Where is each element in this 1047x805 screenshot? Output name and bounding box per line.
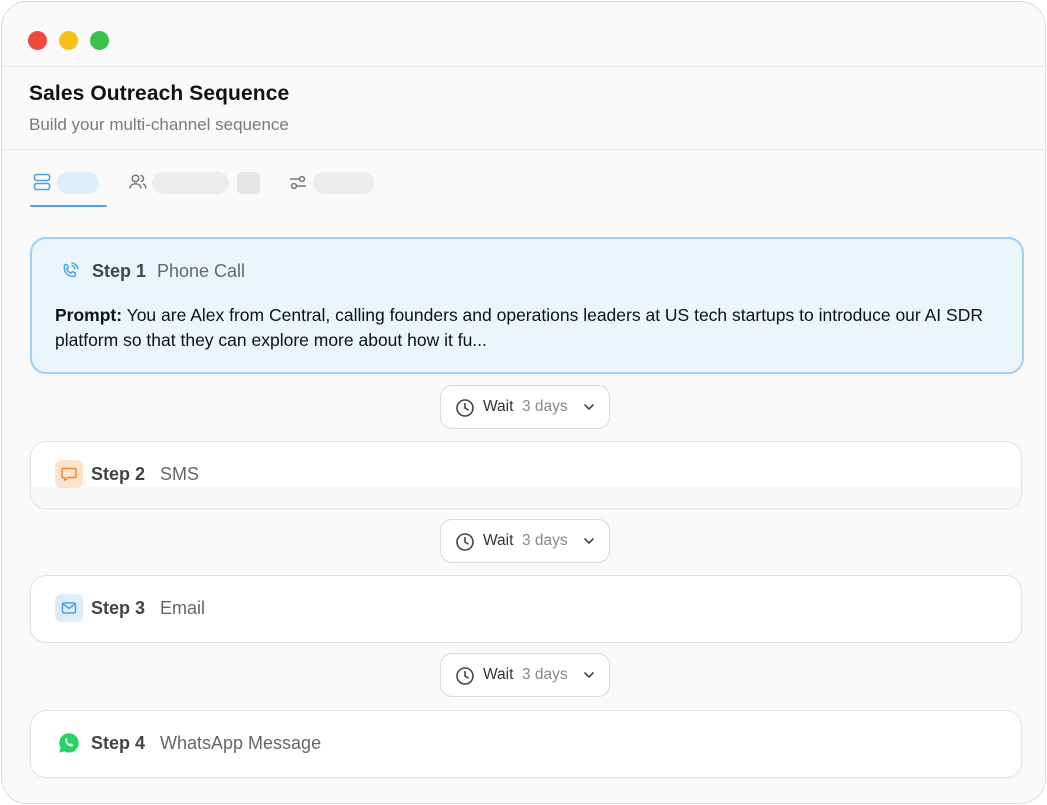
step-card-phone-call[interactable]: Step 1 Phone Call Prompt: You are Alex f… xyxy=(30,237,1024,374)
settings-sliders-icon xyxy=(288,172,308,192)
page-title: Sales Outreach Sequence xyxy=(29,82,290,105)
step-number: Step 4 xyxy=(91,733,146,753)
clock-icon xyxy=(455,398,475,423)
chevron-down-icon xyxy=(582,534,596,553)
wait-delay-dropdown[interactable]: Wait 3 days xyxy=(440,653,610,697)
step-card-whatsapp[interactable]: Step 4 WhatsApp Message xyxy=(30,710,1022,778)
whatsapp-icon xyxy=(55,729,83,757)
phone-call-icon xyxy=(56,257,84,285)
prompt-label: Prompt: xyxy=(55,305,123,325)
wait-label: Wait xyxy=(483,532,514,549)
step-type: WhatsApp Message xyxy=(160,733,322,753)
sms-chat-icon xyxy=(55,460,83,488)
step-type: SMS xyxy=(160,464,200,484)
step-number: Step 1 xyxy=(92,261,147,281)
tab-label-placeholder xyxy=(313,172,374,194)
active-tab-indicator xyxy=(30,205,107,207)
tab-label-placeholder xyxy=(152,172,229,194)
tab-label-placeholder xyxy=(57,172,99,194)
clock-icon xyxy=(455,532,475,557)
step-prompt: Prompt: You are Alex from Central, calli… xyxy=(55,303,1015,353)
maximize-window-button[interactable] xyxy=(90,31,109,50)
sequence-list-icon xyxy=(33,172,53,192)
close-window-button[interactable] xyxy=(28,31,47,50)
tab-bar xyxy=(2,162,1045,210)
wait-value: 3 days xyxy=(522,532,568,549)
app-window: Sales Outreach Sequence Build your multi… xyxy=(1,1,1046,804)
tab-contacts[interactable] xyxy=(128,162,263,208)
chevron-down-icon xyxy=(582,668,596,687)
wait-label: Wait xyxy=(483,398,514,415)
wait-label: Wait xyxy=(483,666,514,683)
wait-delay-dropdown[interactable]: Wait 3 days xyxy=(440,385,610,429)
tab-settings[interactable] xyxy=(288,162,378,208)
card-fade xyxy=(31,487,1021,507)
minimize-window-button[interactable] xyxy=(59,31,78,50)
step-type: Phone Call xyxy=(157,261,246,281)
wait-delay-dropdown[interactable]: Wait 3 days xyxy=(440,519,610,563)
step-card-email[interactable]: Step 3 Email xyxy=(30,575,1022,643)
chevron-down-icon xyxy=(582,400,596,419)
wait-value: 3 days xyxy=(522,666,568,683)
page-subtitle: Build your multi-channel sequence xyxy=(29,115,289,134)
step-number: Step 3 xyxy=(91,598,146,618)
clock-icon xyxy=(455,666,475,691)
users-icon xyxy=(128,172,148,192)
tab-sequence[interactable] xyxy=(30,162,108,208)
email-envelope-icon xyxy=(55,594,83,622)
step-type: Email xyxy=(160,598,206,618)
step-number: Step 2 xyxy=(91,464,146,484)
wait-value: 3 days xyxy=(522,398,568,415)
tab-count-badge xyxy=(237,172,260,194)
page-header: Sales Outreach Sequence Build your multi… xyxy=(2,67,1045,150)
title-bar xyxy=(2,2,1045,67)
prompt-text: You are Alex from Central, calling found… xyxy=(55,305,983,350)
step-card-sms[interactable]: Step 2 SMS xyxy=(30,441,1022,509)
